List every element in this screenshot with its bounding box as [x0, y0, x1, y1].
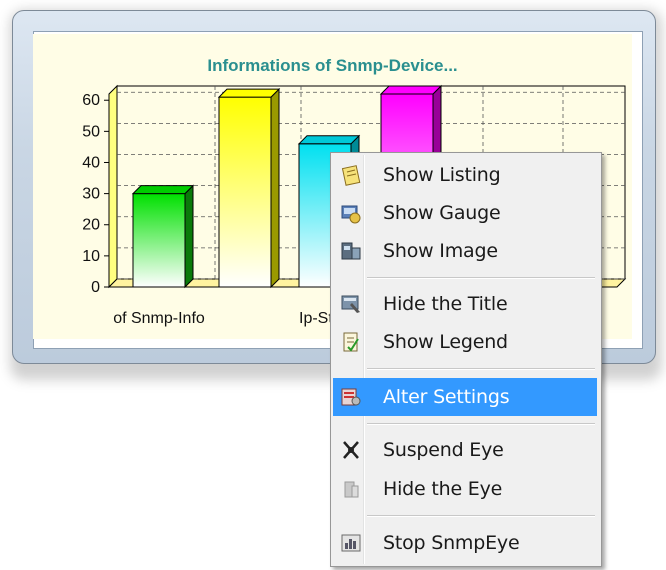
menu-item-label: Hide the Eye: [383, 478, 503, 500]
menu-item-show-legend[interactable]: Show Legend: [333, 327, 597, 357]
menu-item-label: Show Image: [383, 240, 498, 262]
x-tick-label: of Snmp-Info: [113, 310, 205, 327]
y-tick-label: 30: [82, 186, 100, 203]
hide-eye-icon: [339, 477, 363, 501]
menu-item-label: Stop SnmpEye: [383, 532, 520, 554]
y-tick-label: 40: [82, 154, 100, 171]
y-tick-label: 10: [82, 248, 100, 265]
y-tick-label: 0: [91, 279, 100, 296]
menu-separator: [367, 423, 595, 425]
chart-side-wall: [108, 84, 118, 289]
title-icon: [339, 292, 363, 316]
menu-item-label: Suspend Eye: [383, 439, 504, 461]
notepad-icon: [339, 163, 363, 187]
menu-item-hide-eye[interactable]: Hide the Eye: [333, 474, 597, 504]
gauge-icon: [339, 201, 363, 225]
menu-item-show-image[interactable]: Show Image: [333, 236, 597, 266]
y-tick-label: 60: [82, 92, 100, 109]
context-menu[interactable]: Show Listing Show Gauge Show Image Hide …: [330, 152, 602, 567]
menu-separator: [367, 368, 595, 370]
bar: [131, 184, 195, 289]
menu-item-hide-title[interactable]: Hide the Title: [333, 289, 597, 319]
y-tick-label: 50: [82, 123, 100, 140]
menu-separator: [367, 277, 595, 279]
image-icon: [339, 239, 363, 263]
menu-item-label: Hide the Title: [383, 293, 508, 315]
bar: [217, 87, 281, 289]
menu-item-show-gauge[interactable]: Show Gauge: [333, 198, 597, 228]
menu-item-label: Show Gauge: [383, 202, 501, 224]
y-tick-label: 20: [82, 217, 100, 234]
menu-separator: [367, 515, 595, 517]
menu-item-show-listing[interactable]: Show Listing: [333, 160, 597, 190]
settings-icon: [339, 385, 363, 409]
menu-item-label: Show Legend: [383, 331, 508, 353]
menu-item-label: Show Listing: [383, 164, 501, 186]
eye-icon: [339, 438, 363, 462]
legend-icon: [339, 330, 363, 354]
menu-item-label: Alter Settings: [383, 386, 510, 408]
stop-icon: [339, 531, 363, 555]
menu-item-stop-snmpeye[interactable]: Stop SnmpEye: [333, 528, 597, 558]
menu-item-suspend-eye[interactable]: Suspend Eye: [333, 435, 597, 465]
menu-item-alter-settings[interactable]: Alter Settings: [333, 378, 597, 416]
